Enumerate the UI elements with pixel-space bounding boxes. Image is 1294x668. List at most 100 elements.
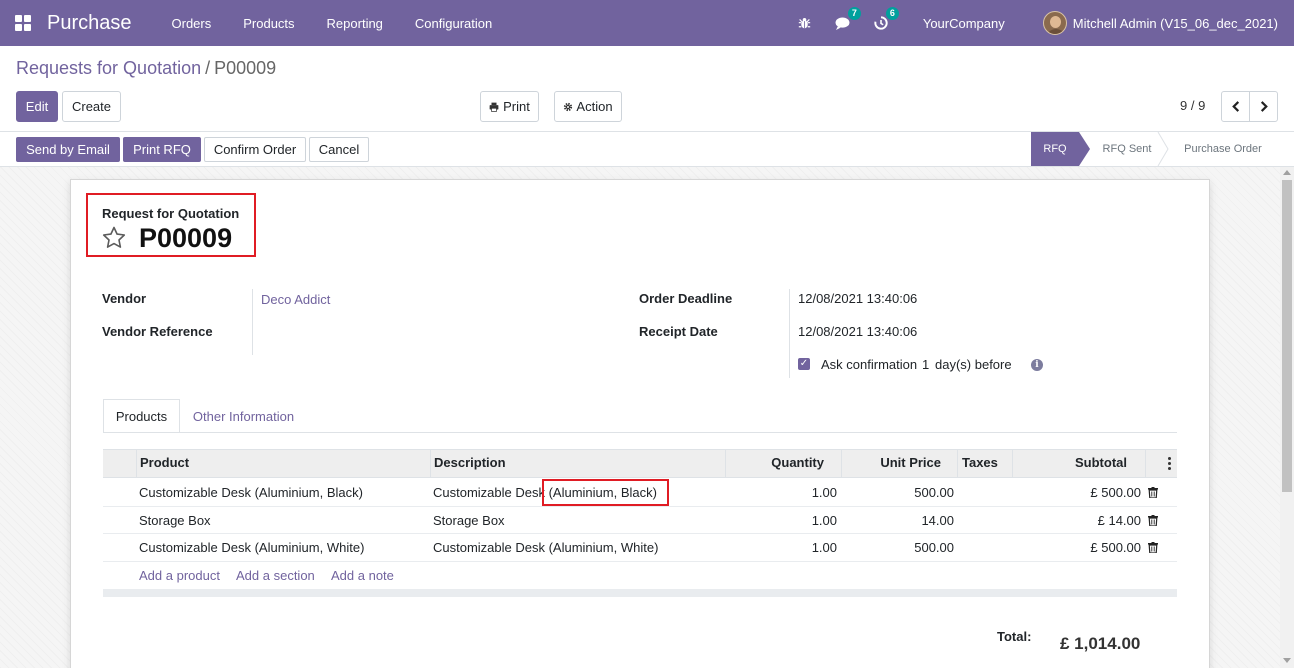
row-2-subtotal: £ 14.00 [1097,513,1141,528]
info-icon[interactable]: i [1031,359,1043,371]
ask-confirmation-label: Ask confirmation [821,357,918,372]
stage-rfq-arrow [1079,132,1090,166]
optional-columns-icon[interactable] [1168,457,1171,470]
header-separator [1012,450,1013,477]
row-3-description[interactable]: Customizable Desk (Aluminium, White) [433,540,658,555]
action-label: Action [576,99,613,114]
receipt-date-field[interactable]: 12/08/2021 13:40:06 [798,324,917,339]
column-header-subtotal[interactable]: Subtotal [1016,455,1127,470]
app-name[interactable]: Purchase [47,12,132,35]
chevron-left-icon [1231,101,1239,112]
tab-products[interactable]: Products [103,399,180,433]
print-label: Print [503,99,530,114]
main-menu: Orders Products Reporting Configuration [156,16,509,31]
activity-count-badge: 6 [885,7,899,20]
order-deadline-field[interactable]: 12/08/2021 13:40:06 [798,291,917,306]
deadline-column-divider [789,289,790,378]
header-separator [725,450,726,477]
scroll-down-arrow-icon[interactable] [1283,658,1291,663]
breadcrumb: Requests for Quotation / P00009 [16,58,276,79]
chat-count-badge: 7 [847,7,861,20]
menu-products[interactable]: Products [227,16,310,31]
trash-icon[interactable] [1148,515,1158,526]
company-switcher[interactable]: YourCompany [923,16,1005,31]
header-separator [841,450,842,477]
chevron-right-icon [1260,101,1268,112]
top-navbar: Purchase Orders Products Reporting Confi… [0,0,1294,46]
column-header-quantity[interactable]: Quantity [729,455,824,470]
send-by-email-button[interactable]: Send by Email [16,137,120,162]
vendor-column-divider [252,289,253,355]
header-separator [430,450,431,477]
total-label: Total: [997,629,1032,644]
tab-other-information[interactable]: Other Information [182,399,305,433]
menu-configuration[interactable]: Configuration [399,16,508,31]
stage-rfq-sent: RFQ Sent [1102,143,1152,155]
add-section-link[interactable]: Add a section [236,568,315,583]
menu-reporting[interactable]: Reporting [311,16,399,31]
row-1-subtotal: £ 500.00 [1090,485,1141,500]
column-header-unit-price[interactable]: Unit Price [845,455,941,470]
ask-confirmation-checkbox[interactable]: ✓ [798,358,810,370]
create-button[interactable]: Create [62,91,121,122]
star-icon[interactable] [101,225,127,251]
add-note-link[interactable]: Add a note [331,568,394,583]
user-avatar[interactable] [1042,11,1067,35]
add-product-link[interactable]: Add a product [139,568,220,583]
trash-icon[interactable] [1148,487,1158,498]
scroll-up-arrow-icon[interactable] [1283,170,1291,175]
breadcrumb-separator: / [205,58,211,78]
column-header-description[interactable]: Description [434,455,506,470]
apps-menu-icon[interactable] [0,0,46,46]
description-highlight-box [542,479,669,506]
row-3-subtotal: £ 500.00 [1090,540,1141,555]
row-2-product[interactable]: Storage Box [139,513,211,528]
user-menu[interactable]: Mitchell Admin (V15_06_dec_2021) [1073,16,1278,31]
receipt-date-label: Receipt Date [639,324,718,339]
column-header-taxes[interactable]: Taxes [962,455,998,470]
row-divider [103,506,1177,507]
row-divider [103,533,1177,534]
messaging-chat-icon[interactable]: 7 [835,7,861,31]
total-amount: £ 1,014.00 [1060,634,1141,653]
edit-button[interactable]: Edit [16,91,58,122]
print-rfq-button[interactable]: Print RFQ [123,137,201,162]
printer-icon [489,102,499,112]
pager-next-button[interactable] [1249,91,1278,122]
stage-rfq: RFQ [1031,132,1079,166]
activity-clock-icon[interactable]: 6 [873,7,899,31]
vendor-field[interactable]: Deco Addict [261,292,330,307]
breadcrumb-parent-link[interactable]: Requests for Quotation [16,58,201,78]
pager-value[interactable]: 9 / 9 [1180,98,1205,113]
ask-confirmation-days-field[interactable]: 1 [922,357,929,372]
header-separator [1145,450,1146,477]
scrollbar-thumb[interactable] [1282,180,1292,492]
row-2-description[interactable]: Storage Box [433,513,505,528]
row-3-unit-price[interactable]: 500.00 [845,540,954,555]
header-separator [957,450,958,477]
stage-separator-chevron [1157,132,1169,166]
column-header-product[interactable]: Product [140,455,189,470]
confirm-order-button[interactable]: Confirm Order [204,137,306,162]
debug-bug-icon[interactable] [797,15,813,31]
pager-previous-button[interactable] [1221,91,1250,122]
row-divider [103,561,1177,562]
action-dropdown-button[interactable]: Action [554,91,622,122]
vendor-label: Vendor [102,291,147,306]
form-title-label: Request for Quotation [102,206,240,221]
row-3-product[interactable]: Customizable Desk (Aluminium, White) [139,540,364,555]
row-1-quantity[interactable]: 1.00 [729,485,837,500]
row-2-quantity[interactable]: 1.00 [729,513,837,528]
cancel-order-button[interactable]: Cancel [309,137,369,162]
row-1-unit-price[interactable]: 500.00 [845,485,954,500]
trash-icon[interactable] [1148,542,1158,553]
print-dropdown-button[interactable]: Print [480,91,539,122]
order-lines-footer [103,589,1177,597]
gear-icon [564,102,573,111]
menu-orders[interactable]: Orders [156,16,228,31]
row-3-quantity[interactable]: 1.00 [729,540,837,555]
row-2-unit-price[interactable]: 14.00 [845,513,954,528]
row-1-product[interactable]: Customizable Desk (Aluminium, Black) [139,485,363,500]
record-name: P00009 [139,223,233,253]
ask-confirmation-suffix: day(s) before [935,357,1012,372]
